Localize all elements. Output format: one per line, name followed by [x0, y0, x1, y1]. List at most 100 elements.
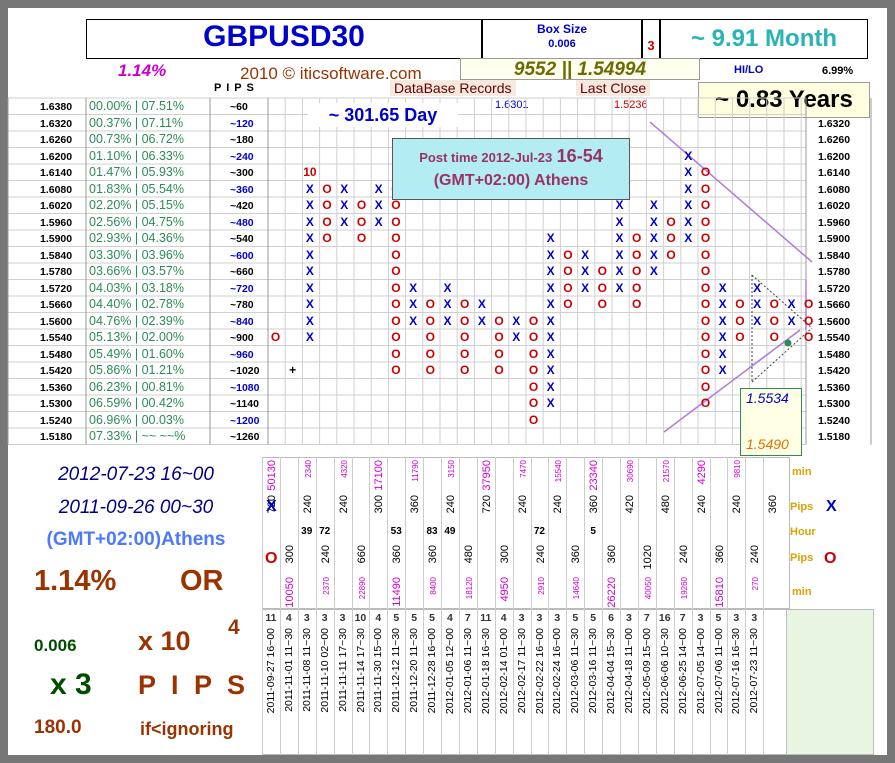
- x-minutes: 15540: [554, 460, 564, 483]
- stats-divider: [691, 457, 693, 755]
- stats-divider: [655, 457, 657, 755]
- date-label: 2012-04-18 11~00: [623, 628, 635, 714]
- x-minutes: 37950: [480, 460, 493, 491]
- o-pips: 360: [427, 545, 440, 564]
- o-pips: 660: [355, 545, 368, 564]
- count-value: 3: [733, 612, 740, 624]
- stats-divider: [279, 457, 281, 755]
- hours-value: 53: [390, 526, 402, 537]
- x-minutes: 4320: [339, 460, 349, 478]
- x-minutes: 17100: [373, 460, 386, 491]
- o-symbol-right: O: [824, 550, 837, 567]
- o-minutes: 2370: [321, 577, 331, 595]
- hours-value: 72: [319, 526, 331, 537]
- count-value: 3: [303, 612, 310, 624]
- o-pips: 360: [606, 545, 619, 564]
- o-minutes: 15810: [713, 577, 726, 608]
- count-value: 3: [626, 612, 632, 624]
- stats-divider: [763, 457, 765, 755]
- o-minutes: 11490: [391, 577, 404, 607]
- count-value: 11: [265, 612, 277, 624]
- count-value: 4: [447, 612, 453, 624]
- x-pips: 360: [588, 495, 601, 514]
- date-label: 2011-11-08 11~30: [300, 628, 313, 712]
- o-minutes: 22890: [357, 577, 367, 600]
- x-pips: 240: [301, 495, 314, 514]
- date-label: 2012-07-05 14~00: [694, 628, 707, 715]
- x-pips: 300: [373, 495, 386, 514]
- o-minutes: 4950: [498, 577, 511, 602]
- x-minutes: 50130: [266, 460, 278, 491]
- count-value: 5: [572, 612, 579, 624]
- x-pips: 240: [516, 495, 529, 514]
- count-value: 3: [339, 612, 346, 624]
- date-label: 2011-12-12 11~30: [390, 628, 403, 713]
- count-value: 5: [429, 612, 435, 624]
- stats-divider: [441, 457, 442, 755]
- hours-value: 5: [590, 526, 596, 537]
- count-value: 4: [500, 612, 507, 624]
- count-value: 3: [518, 612, 525, 624]
- stats-divider: [512, 457, 514, 755]
- x-minutes: 3150: [447, 460, 456, 478]
- o-pips: 240: [749, 545, 762, 564]
- o-pips: 480: [463, 545, 475, 564]
- date-label: 2012-02-17 11~30: [515, 628, 528, 714]
- x-pips: 360: [409, 495, 422, 514]
- stats-divider: [333, 457, 335, 755]
- x-pips: 240: [731, 495, 744, 514]
- x-pips: 240: [695, 495, 708, 514]
- count-value: 3: [554, 612, 561, 624]
- date-label: 2011-11-01 11~30: [282, 628, 295, 712]
- date-label: 2012-07-16 16~30: [730, 628, 743, 715]
- x-pips: 420: [624, 495, 636, 514]
- o-pips: 1020: [642, 545, 654, 570]
- pips-label-x: Pips: [790, 501, 814, 513]
- count-value: 3: [751, 612, 758, 624]
- count-value: 5: [590, 612, 597, 624]
- hour-label: Hour: [790, 526, 816, 538]
- stats-cell: [262, 457, 790, 609]
- count-value: 7: [464, 612, 471, 624]
- stats-divider: [262, 457, 263, 755]
- o-minutes: 18120: [465, 577, 474, 600]
- date-label: 2012-07-06 11~00: [712, 628, 725, 714]
- o-minutes: 2910: [536, 577, 546, 595]
- count-value: 7: [679, 612, 686, 624]
- date-label: 2012-02-14 01~00: [497, 628, 510, 715]
- x-symbol-left: X: [266, 498, 277, 515]
- o-symbol-left: O: [265, 550, 278, 567]
- o-minutes: 19260: [679, 577, 689, 600]
- date-label: 2012-01-05 12~00: [444, 628, 456, 715]
- count-value: 10: [354, 612, 367, 624]
- stats-divider: [458, 457, 460, 755]
- x-pips: 240: [337, 495, 350, 514]
- date-label: 2011-11-14 17~30: [354, 628, 367, 713]
- o-minutes: 10050: [284, 577, 296, 608]
- date-label: 2011-11-30 15~00: [372, 628, 385, 713]
- o-pips: 240: [677, 545, 690, 564]
- o-pips: 240: [319, 545, 332, 564]
- stats-cell: [786, 609, 874, 755]
- date-label: 2012-05-09 15~00: [640, 628, 653, 715]
- o-pips: 360: [713, 545, 726, 564]
- stats-area: 50130 2340 4320 17100 11790 3150 37950 7470 1554…: [0, 0, 895, 763]
- count-value: 3: [697, 612, 704, 624]
- stats-divider: [476, 457, 478, 755]
- count-value: 3: [536, 612, 543, 624]
- min-label-o: min: [792, 586, 812, 598]
- o-pips: 360: [570, 545, 583, 564]
- x-minutes: 9810: [733, 460, 743, 478]
- date-label: 2011-11-11 17~30: [336, 628, 349, 712]
- min-label: min: [792, 466, 812, 478]
- x-minutes: 30690: [626, 460, 635, 483]
- pips-label-o: Pips: [790, 552, 814, 564]
- o-minutes: 14640: [572, 577, 582, 600]
- count-value: 11: [480, 612, 492, 624]
- hours-value: 49: [444, 526, 456, 537]
- x-minutes: 4290: [695, 460, 708, 485]
- o-minutes: 40050: [644, 577, 653, 600]
- x-pips: 720: [480, 495, 493, 514]
- stats-divider: [637, 457, 639, 755]
- x-minutes: 7470: [518, 460, 528, 478]
